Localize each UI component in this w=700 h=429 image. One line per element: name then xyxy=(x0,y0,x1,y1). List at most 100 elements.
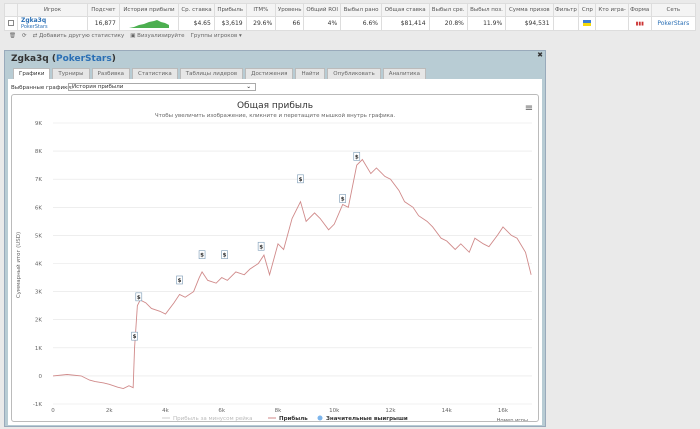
tab-1[interactable]: Турниры xyxy=(52,68,90,79)
tab-7[interactable]: Опубликовать xyxy=(327,68,381,79)
column-header[interactable]: Игрок xyxy=(17,3,88,17)
column-header[interactable]: Фильтр xyxy=(552,3,580,17)
trash-icon[interactable]: 🗑 xyxy=(9,33,16,39)
prizes: $94,531 xyxy=(505,16,554,31)
x-tick-label: 12k xyxy=(385,408,396,414)
x-tick-label: 6k xyxy=(218,408,225,414)
column-header[interactable]: Кто игра- xyxy=(595,3,629,17)
roi: 4% xyxy=(303,16,342,31)
y-tick-label: -1K xyxy=(33,402,42,408)
early: 6.6% xyxy=(340,16,382,31)
flag-icon xyxy=(578,16,597,31)
refresh-icon[interactable]: ⟳ xyxy=(22,33,27,39)
column-header[interactable] xyxy=(4,3,18,17)
dollar-icon: $ xyxy=(223,253,227,259)
table-header: Игрок Подсчет История прибыли Ср. ставка При… xyxy=(4,3,697,17)
visualize-button[interactable]: ▣ Визуализируйте xyxy=(130,33,184,39)
x-tick-label: 0 xyxy=(51,408,55,414)
column-header[interactable]: Ср. ставка xyxy=(178,3,215,17)
column-header[interactable]: Выбыл сре. xyxy=(428,3,468,17)
chart-container[interactable]: Общая прибыль Чтобы увеличить изображение… xyxy=(11,94,539,424)
x-tick-label: 4k xyxy=(162,408,169,414)
visualize-label: Визуализируйте xyxy=(137,33,185,39)
column-header[interactable]: Общий ROI xyxy=(303,3,342,17)
player-network: PokerStars xyxy=(21,24,48,30)
close-icon[interactable]: ✖ xyxy=(537,51,543,59)
legend-wins[interactable]: Значительные выигрыши xyxy=(326,416,408,422)
dollar-icon: $ xyxy=(137,295,141,301)
panel-title: Zgka3q (PokerStars) xyxy=(11,54,116,64)
column-header[interactable]: Подсчет xyxy=(87,3,120,17)
profit: $3,619 xyxy=(213,16,247,31)
tab-4[interactable]: Таблицы лидеров xyxy=(179,68,244,79)
legend-profit[interactable]: Прибыль xyxy=(279,415,308,422)
profit-chart[interactable]: Общая прибыльЧтобы увеличить изображение… xyxy=(12,95,538,424)
y-axis-label: Суммарный итог (USD) xyxy=(15,232,22,298)
column-header[interactable]: Сеть xyxy=(650,3,697,17)
tab-8[interactable]: Аналитика xyxy=(382,68,426,79)
y-tick-label: 3K xyxy=(35,290,42,296)
y-tick-label: 2K xyxy=(35,318,42,324)
stats-table: Игрок Подсчет История прибыли Ср. ставка При… xyxy=(4,3,697,31)
x-tick-label: 14k xyxy=(442,408,453,414)
column-header[interactable]: ITM% xyxy=(245,3,277,17)
x-tick-label: 2k xyxy=(106,408,113,414)
tab-6[interactable]: Найти xyxy=(295,68,326,79)
dollar-icon: $ xyxy=(341,196,345,202)
dollar-icon: $ xyxy=(355,154,359,160)
add-stats-button[interactable]: ⇄ Добавить другую статистику xyxy=(33,33,125,39)
panel-body: Выбранные графики: История прибыли ⌄ Обща… xyxy=(8,79,542,425)
chevron-down-icon: ⌄ xyxy=(246,84,251,90)
y-tick-label: 5K xyxy=(35,233,42,239)
tab-3[interactable]: Статистика xyxy=(132,68,178,79)
dollar-icon: $ xyxy=(178,278,182,284)
dollar-icon: $ xyxy=(259,244,263,250)
graph-select-value: История прибыли xyxy=(72,84,124,90)
column-header[interactable]: Выбыл рано xyxy=(340,3,382,17)
tab-0[interactable]: Графики xyxy=(13,68,51,79)
column-header[interactable]: История прибыли xyxy=(118,3,180,17)
total-stake: $81,414 xyxy=(380,16,430,31)
selected-graphs-label: Выбранные графики: xyxy=(11,85,73,91)
column-header[interactable]: Спр xyxy=(578,3,597,17)
legend-rake[interactable]: Прибыль за минусом рейка xyxy=(173,415,253,422)
column-header[interactable]: Прибыль xyxy=(213,3,247,17)
column-header[interactable]: Общая ставка xyxy=(380,3,430,17)
level: 66 xyxy=(275,16,305,31)
y-tick-label: 1K xyxy=(35,346,42,352)
y-tick-label: 7K xyxy=(35,177,42,183)
x-axis-label: Номер игры xyxy=(497,418,528,421)
player-link[interactable]: Zgka3q xyxy=(21,17,84,24)
column-header[interactable]: Сумма призов xyxy=(505,3,554,17)
who-plays xyxy=(595,16,629,31)
chart-title: Общая прибыль xyxy=(237,101,313,111)
player-panel: Zgka3q (PokerStars) ✖ Графики Турниры Разб… xyxy=(4,50,546,427)
panel-network[interactable]: PokerStars xyxy=(56,54,112,64)
player-groups-dropdown[interactable]: Группы игроков ▾ xyxy=(191,33,242,39)
profit-line xyxy=(52,158,532,390)
profit-sparkline xyxy=(118,16,180,31)
dollar-icon: $ xyxy=(200,253,204,259)
x-tick-label: 16k xyxy=(498,408,509,414)
groups-label: Группы игроков xyxy=(190,33,238,39)
column-header[interactable]: Форма xyxy=(627,3,652,17)
avg-stake: $4.65 xyxy=(178,16,215,31)
tab-2[interactable]: Разбивка xyxy=(91,68,131,79)
tab-5[interactable]: Достижения xyxy=(245,68,294,79)
add-stats-label: Добавить другую статистику xyxy=(38,33,125,39)
menu-icon[interactable]: ≡ xyxy=(525,103,533,114)
table-toolbar: 🗑 ⟳ ⇄ Добавить другую статистику ▣ Визуа… xyxy=(4,31,696,41)
form-icon: ▮▮▮ xyxy=(627,16,652,31)
dollar-icon: $ xyxy=(299,177,303,183)
panel-player: Zgka3q xyxy=(11,54,49,64)
count: 16,877 xyxy=(87,16,120,31)
chart-subtitle: Чтобы увеличить изображение, кликните и … xyxy=(155,112,395,119)
row-checkbox[interactable] xyxy=(8,19,14,26)
mid: 20.8% xyxy=(428,16,468,31)
table-row[interactable]: Zgka3q PokerStars 16,877 $4.65 $3,619 29.… xyxy=(4,16,697,31)
network[interactable]: PokerStars xyxy=(650,16,697,31)
graph-select[interactable]: История прибыли ⌄ xyxy=(68,83,256,91)
y-tick-label: 4K xyxy=(35,262,42,268)
column-header[interactable]: Выбыл поз. xyxy=(466,3,507,17)
column-header[interactable]: Уровень xyxy=(275,3,305,17)
